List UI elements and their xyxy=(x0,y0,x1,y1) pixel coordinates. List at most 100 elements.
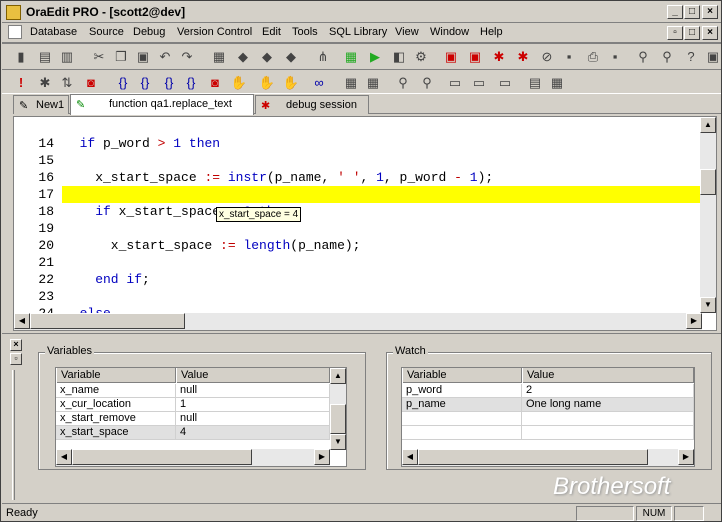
scroll-left-button[interactable]: ◀ xyxy=(14,313,30,329)
run-icon[interactable]: ▶ xyxy=(366,48,384,66)
mdi-close-button[interactable]: × xyxy=(702,26,718,40)
import-icon[interactable]: ▣ xyxy=(466,48,484,66)
help-icon[interactable]: ? xyxy=(682,48,700,66)
table-row[interactable]: p_word 2 xyxy=(402,384,694,398)
exclamation-icon[interactable]: ! xyxy=(12,74,30,92)
options-icon[interactable]: ▦ xyxy=(548,74,566,92)
menu-tools[interactable]: Tools xyxy=(292,26,318,38)
menu-window[interactable]: Window xyxy=(430,26,469,38)
watch-icon[interactable]: ∞ xyxy=(310,74,328,92)
run-debug-icon[interactable]: ✱ xyxy=(36,74,54,92)
mdi-restore-button[interactable]: ▫ xyxy=(667,26,683,40)
close-button[interactable]: × xyxy=(702,5,718,19)
comment-icon[interactable]: ◆ xyxy=(234,48,252,66)
hand-icon[interactable]: ✋ xyxy=(258,74,276,92)
export-icon[interactable]: ▣ xyxy=(442,48,460,66)
keyboard-icon[interactable]: ▭ xyxy=(496,74,514,92)
copy-icon[interactable]: ❐ xyxy=(112,48,130,66)
clear-breakpoints-icon[interactable]: ✋ xyxy=(282,74,300,92)
scroll-up-button[interactable]: ▲ xyxy=(700,117,716,133)
menu-version-control[interactable]: Version Control xyxy=(177,26,252,38)
schema-icon[interactable]: ✱ xyxy=(490,48,508,66)
column-header-variable[interactable]: Variable xyxy=(56,368,176,383)
scroll-thumb[interactable] xyxy=(700,169,716,195)
folder-icon[interactable]: ▭ xyxy=(446,74,464,92)
menu-help[interactable]: Help xyxy=(480,26,503,38)
watch-grid[interactable]: Variable Value p_word 2 p_name One long … xyxy=(401,367,695,467)
variables-grid[interactable]: Variable Value x_name null x_cur_locatio… xyxy=(55,367,347,467)
editor-vertical-scrollbar[interactable]: ▲ ▼ xyxy=(700,117,716,313)
panel-restore-button[interactable]: ▫ xyxy=(10,353,22,365)
tree-icon[interactable]: ⋔ xyxy=(314,48,332,66)
menu-edit[interactable]: Edit xyxy=(262,26,281,38)
panel-close-button[interactable]: × xyxy=(10,339,22,351)
scroll-left-button[interactable]: ◀ xyxy=(56,449,72,465)
scroll-thumb[interactable] xyxy=(330,404,346,434)
list-icon[interactable]: ▤ xyxy=(526,74,544,92)
paste-icon[interactable]: ▣ xyxy=(134,48,152,66)
menu-source[interactable]: Source xyxy=(89,26,124,38)
mdi-maximize-button[interactable]: □ xyxy=(684,26,700,40)
code-editor[interactable]: 14 if p_word > 1 then 15 16 x_start_spac… xyxy=(13,116,717,331)
database-icon[interactable]: ▮ xyxy=(12,48,30,66)
cut-icon[interactable]: ✂ xyxy=(90,48,108,66)
table-row-selected[interactable]: p_name One long name xyxy=(402,398,694,412)
table-add-icon[interactable]: ▦ xyxy=(342,74,360,92)
hand-stop-icon[interactable]: ✋ xyxy=(230,74,248,92)
step-icon[interactable]: ◧ xyxy=(390,48,408,66)
maximize-button[interactable]: □ xyxy=(684,5,700,19)
column-header-value[interactable]: Value xyxy=(176,368,330,383)
tab-function[interactable]: ✎ function qa1.replace_text xyxy=(70,94,254,115)
scroll-right-button[interactable]: ▶ xyxy=(314,449,330,465)
pin-icon[interactable]: ⚲ xyxy=(394,74,412,92)
scroll-thumb[interactable] xyxy=(418,449,648,465)
menu-debug[interactable]: Debug xyxy=(133,26,165,38)
table-row[interactable]: x_start_remove null xyxy=(56,412,330,426)
pin-remove-icon[interactable]: ⚲ xyxy=(418,74,436,92)
minimize-button[interactable]: _ xyxy=(667,5,683,19)
redo-icon[interactable]: ↷ xyxy=(178,48,196,66)
table-row-empty[interactable] xyxy=(402,426,694,440)
connect-icon[interactable]: ▤ xyxy=(36,48,54,66)
find-replace-icon[interactable]: ⚲ xyxy=(658,48,676,66)
gear-icon[interactable]: ⚙ xyxy=(412,48,430,66)
stop-icon[interactable]: ⊘ xyxy=(538,48,556,66)
format-icon[interactable]: ◆ xyxy=(282,48,300,66)
table-row-selected[interactable]: x_start_space 4 xyxy=(56,426,330,440)
stop-debug-icon[interactable]: ◙ xyxy=(82,74,100,92)
table-row[interactable]: x_name null xyxy=(56,384,330,398)
menu-view[interactable]: View xyxy=(395,26,419,38)
column-header-variable[interactable]: Variable xyxy=(402,368,522,383)
print-icon[interactable]: ⎙ xyxy=(584,48,602,66)
step-into-icon[interactable]: {} xyxy=(114,74,132,92)
table-row-empty[interactable] xyxy=(402,412,694,426)
uncomment-icon[interactable]: ◆ xyxy=(258,48,276,66)
sort-icon[interactable]: ⇅ xyxy=(58,74,76,92)
save-all-icon[interactable]: ▪ xyxy=(606,48,624,66)
step-over-icon[interactable]: {} xyxy=(136,74,154,92)
save-icon[interactable]: ▪ xyxy=(560,48,578,66)
table-row[interactable]: x_cur_location 1 xyxy=(56,398,330,412)
scroll-thumb[interactable] xyxy=(72,449,252,465)
scroll-up-button[interactable]: ▲ xyxy=(330,368,346,384)
scroll-down-button[interactable]: ▼ xyxy=(700,297,716,313)
grid-vertical-scrollbar[interactable]: ▲ ▼ xyxy=(330,368,346,450)
grid-horizontal-scrollbar[interactable]: ◀ ▶ xyxy=(402,449,694,466)
undo-icon[interactable]: ↶ xyxy=(156,48,174,66)
describe-icon[interactable]: ▦ xyxy=(210,48,228,66)
menu-sql-library[interactable]: SQL Library xyxy=(329,26,387,38)
scroll-left-button[interactable]: ◀ xyxy=(402,449,418,465)
run-to-cursor-icon[interactable]: {} xyxy=(182,74,200,92)
menu-database[interactable]: Database xyxy=(30,26,77,38)
editor-horizontal-scrollbar[interactable]: ◀ ▶ xyxy=(14,313,702,330)
compare-icon[interactable]: ✱ xyxy=(514,48,532,66)
table-icon[interactable]: ▦ xyxy=(342,48,360,66)
tab-new1[interactable]: ✎ New1 xyxy=(13,95,69,114)
panel-grip[interactable] xyxy=(12,370,15,500)
grid-horizontal-scrollbar[interactable]: ◀ ▶ xyxy=(56,449,330,466)
info-icon[interactable]: ▣ xyxy=(704,48,722,66)
scroll-down-button[interactable]: ▼ xyxy=(330,434,346,450)
doc-menu-icon[interactable] xyxy=(8,25,22,39)
tab-debug-session[interactable]: ✱ debug session xyxy=(255,95,369,114)
folder-open-icon[interactable]: ▭ xyxy=(470,74,488,92)
